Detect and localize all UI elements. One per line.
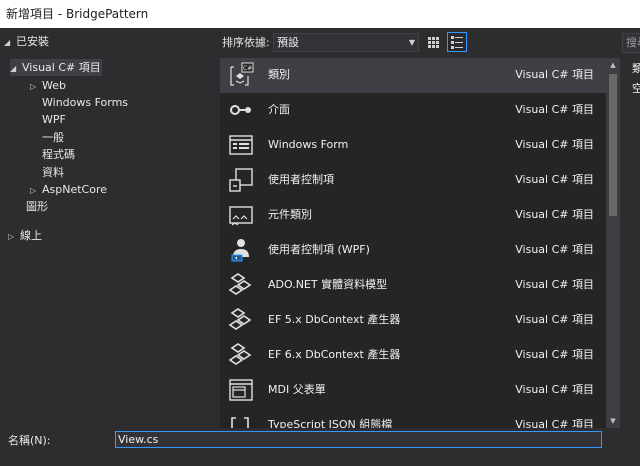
list-item[interactable]: ADO.NET 實體資料模型 Visual C# 項目 — [220, 268, 606, 303]
template-name: EF 5.x DbContext 產生器 — [268, 313, 401, 326]
list-item[interactable]: TypeScript JSON 組態檔 Visual C# 項目 — [220, 408, 606, 428]
list-item[interactable]: Windows Form Visual C# 項目 — [220, 128, 606, 163]
list-item[interactable]: 使用者控制項 (WPF) Visual C# 項目 — [220, 233, 606, 268]
tree-item-general[interactable]: 一般 — [42, 129, 64, 146]
details-description-text: 空 — [632, 82, 640, 95]
template-list-scrollbar[interactable]: ▲ ▼ — [606, 58, 620, 428]
scroll-up-arrow-icon[interactable]: ▲ — [606, 58, 620, 72]
list-item[interactable]: 元件類別 Visual C# 項目 — [220, 198, 606, 233]
grid-icon — [428, 37, 439, 48]
details-type-text: 類 — [632, 62, 640, 75]
name-bar: 名稱(N): — [0, 428, 640, 466]
sort-label: 排序依據: — [222, 36, 270, 49]
tree-item-wpf[interactable]: WPF — [42, 111, 66, 128]
sort-dropdown-value: 預設 — [277, 36, 299, 49]
template-name: 介面 — [268, 103, 290, 116]
template-name: 元件類別 — [268, 208, 312, 221]
sort-toolbar: 排序依據: 預設 ▼ — [220, 28, 620, 58]
svg-text:C#: C# — [243, 65, 252, 72]
sort-dropdown[interactable]: 預設 ▼ — [273, 33, 419, 52]
mdi-parent-form-icon — [229, 379, 253, 401]
class-icon: C# — [230, 62, 254, 86]
template-name: Windows Form — [268, 138, 349, 151]
list-icon — [451, 36, 463, 49]
tree-item-aspnetcore[interactable]: ▷ AspNetCore — [30, 181, 107, 198]
name-input[interactable] — [115, 431, 602, 448]
ado-net-model-icon — [228, 273, 252, 295]
windows-form-icon — [229, 135, 253, 155]
template-name: TypeScript JSON 組態檔 — [268, 418, 393, 428]
tree-item-web[interactable]: ▷ Web — [30, 77, 66, 94]
wpf-user-control-icon — [231, 239, 249, 262]
template-name: EF 6.x DbContext 產生器 — [268, 348, 401, 361]
collapsed-arrow-icon[interactable]: ▷ — [30, 182, 42, 199]
tree-item-code[interactable]: 程式碼 — [42, 146, 75, 163]
component-class-icon — [229, 206, 253, 226]
ef6-generator-icon — [228, 343, 252, 365]
list-item[interactable]: 介面 Visual C# 項目 — [220, 93, 606, 128]
template-language: Visual C# 項目 — [515, 243, 594, 256]
template-name: 使用者控制項 (WPF) — [268, 243, 370, 256]
small-icons-view-button[interactable] — [423, 32, 443, 52]
template-name: MDI 父表單 — [268, 383, 326, 396]
template-list: C# 類別 Visual C# 項目 介面 Visual C# 項目 Windo… — [220, 58, 606, 428]
list-item[interactable]: C# 類別 Visual C# 項目 — [220, 58, 606, 93]
template-language: Visual C# 項目 — [515, 103, 594, 116]
template-name: 使用者控制項 — [268, 173, 334, 186]
category-tree: ◢ 已安裝 ◢ Visual C# 項目 ▷ Web Windows Forms WP… — [0, 28, 220, 428]
tree-item-visual-csharp[interactable]: ◢ Visual C# 項目 — [10, 59, 102, 76]
collapsed-arrow-icon[interactable]: ▷ — [8, 228, 20, 245]
typescript-json-icon — [231, 417, 249, 428]
window-title: 新增項目 - BridgePattern — [6, 7, 149, 21]
template-language: Visual C# 項目 — [515, 348, 594, 361]
template-language: Visual C# 項目 — [515, 418, 594, 428]
list-item[interactable]: MDI 父表單 Visual C# 項目 — [220, 373, 606, 408]
list-item[interactable]: EF 5.x DbContext 產生器 Visual C# 項目 — [220, 303, 606, 338]
expanded-arrow-icon[interactable]: ◢ — [10, 60, 22, 77]
template-language: Visual C# 項目 — [515, 278, 594, 291]
template-language: Visual C# 項目 — [515, 68, 594, 81]
tree-item-graphics[interactable]: 圖形 — [26, 198, 48, 215]
template-name: 類別 — [268, 68, 290, 81]
scroll-down-arrow-icon[interactable]: ▼ — [606, 414, 620, 428]
collapsed-arrow-icon[interactable]: ▷ — [30, 78, 42, 95]
tree-item-windows-forms[interactable]: Windows Forms — [42, 94, 128, 111]
template-language: Visual C# 項目 — [515, 173, 594, 186]
template-language: Visual C# 項目 — [515, 208, 594, 221]
chevron-down-icon: ▼ — [408, 38, 415, 47]
interface-icon — [230, 105, 251, 115]
template-name: ADO.NET 實體資料模型 — [268, 278, 388, 291]
name-label: 名稱(N): — [8, 434, 51, 447]
tree-item-data[interactable]: 資料 — [42, 164, 64, 181]
scrollbar-thumb[interactable] — [609, 74, 617, 216]
tree-item-installed[interactable]: ◢ 已安裝 — [4, 33, 49, 50]
search-input[interactable]: 搜尋 — [622, 33, 640, 53]
tree-item-online[interactable]: ▷ 線上 — [8, 227, 42, 244]
expanded-arrow-icon[interactable]: ◢ — [4, 34, 16, 51]
ef5-generator-icon — [228, 308, 252, 330]
template-language: Visual C# 項目 — [515, 138, 594, 151]
title-bar: 新增項目 - BridgePattern — [0, 0, 640, 28]
list-item[interactable]: 使用者控制項 Visual C# 項目 — [220, 163, 606, 198]
list-item[interactable]: EF 6.x DbContext 產生器 Visual C# 項目 — [220, 338, 606, 373]
user-control-icon — [229, 168, 253, 192]
template-language: Visual C# 項目 — [515, 313, 594, 326]
template-language: Visual C# 項目 — [515, 383, 594, 396]
details-pane: 類 空 — [620, 58, 640, 428]
list-view-button[interactable] — [447, 32, 467, 52]
